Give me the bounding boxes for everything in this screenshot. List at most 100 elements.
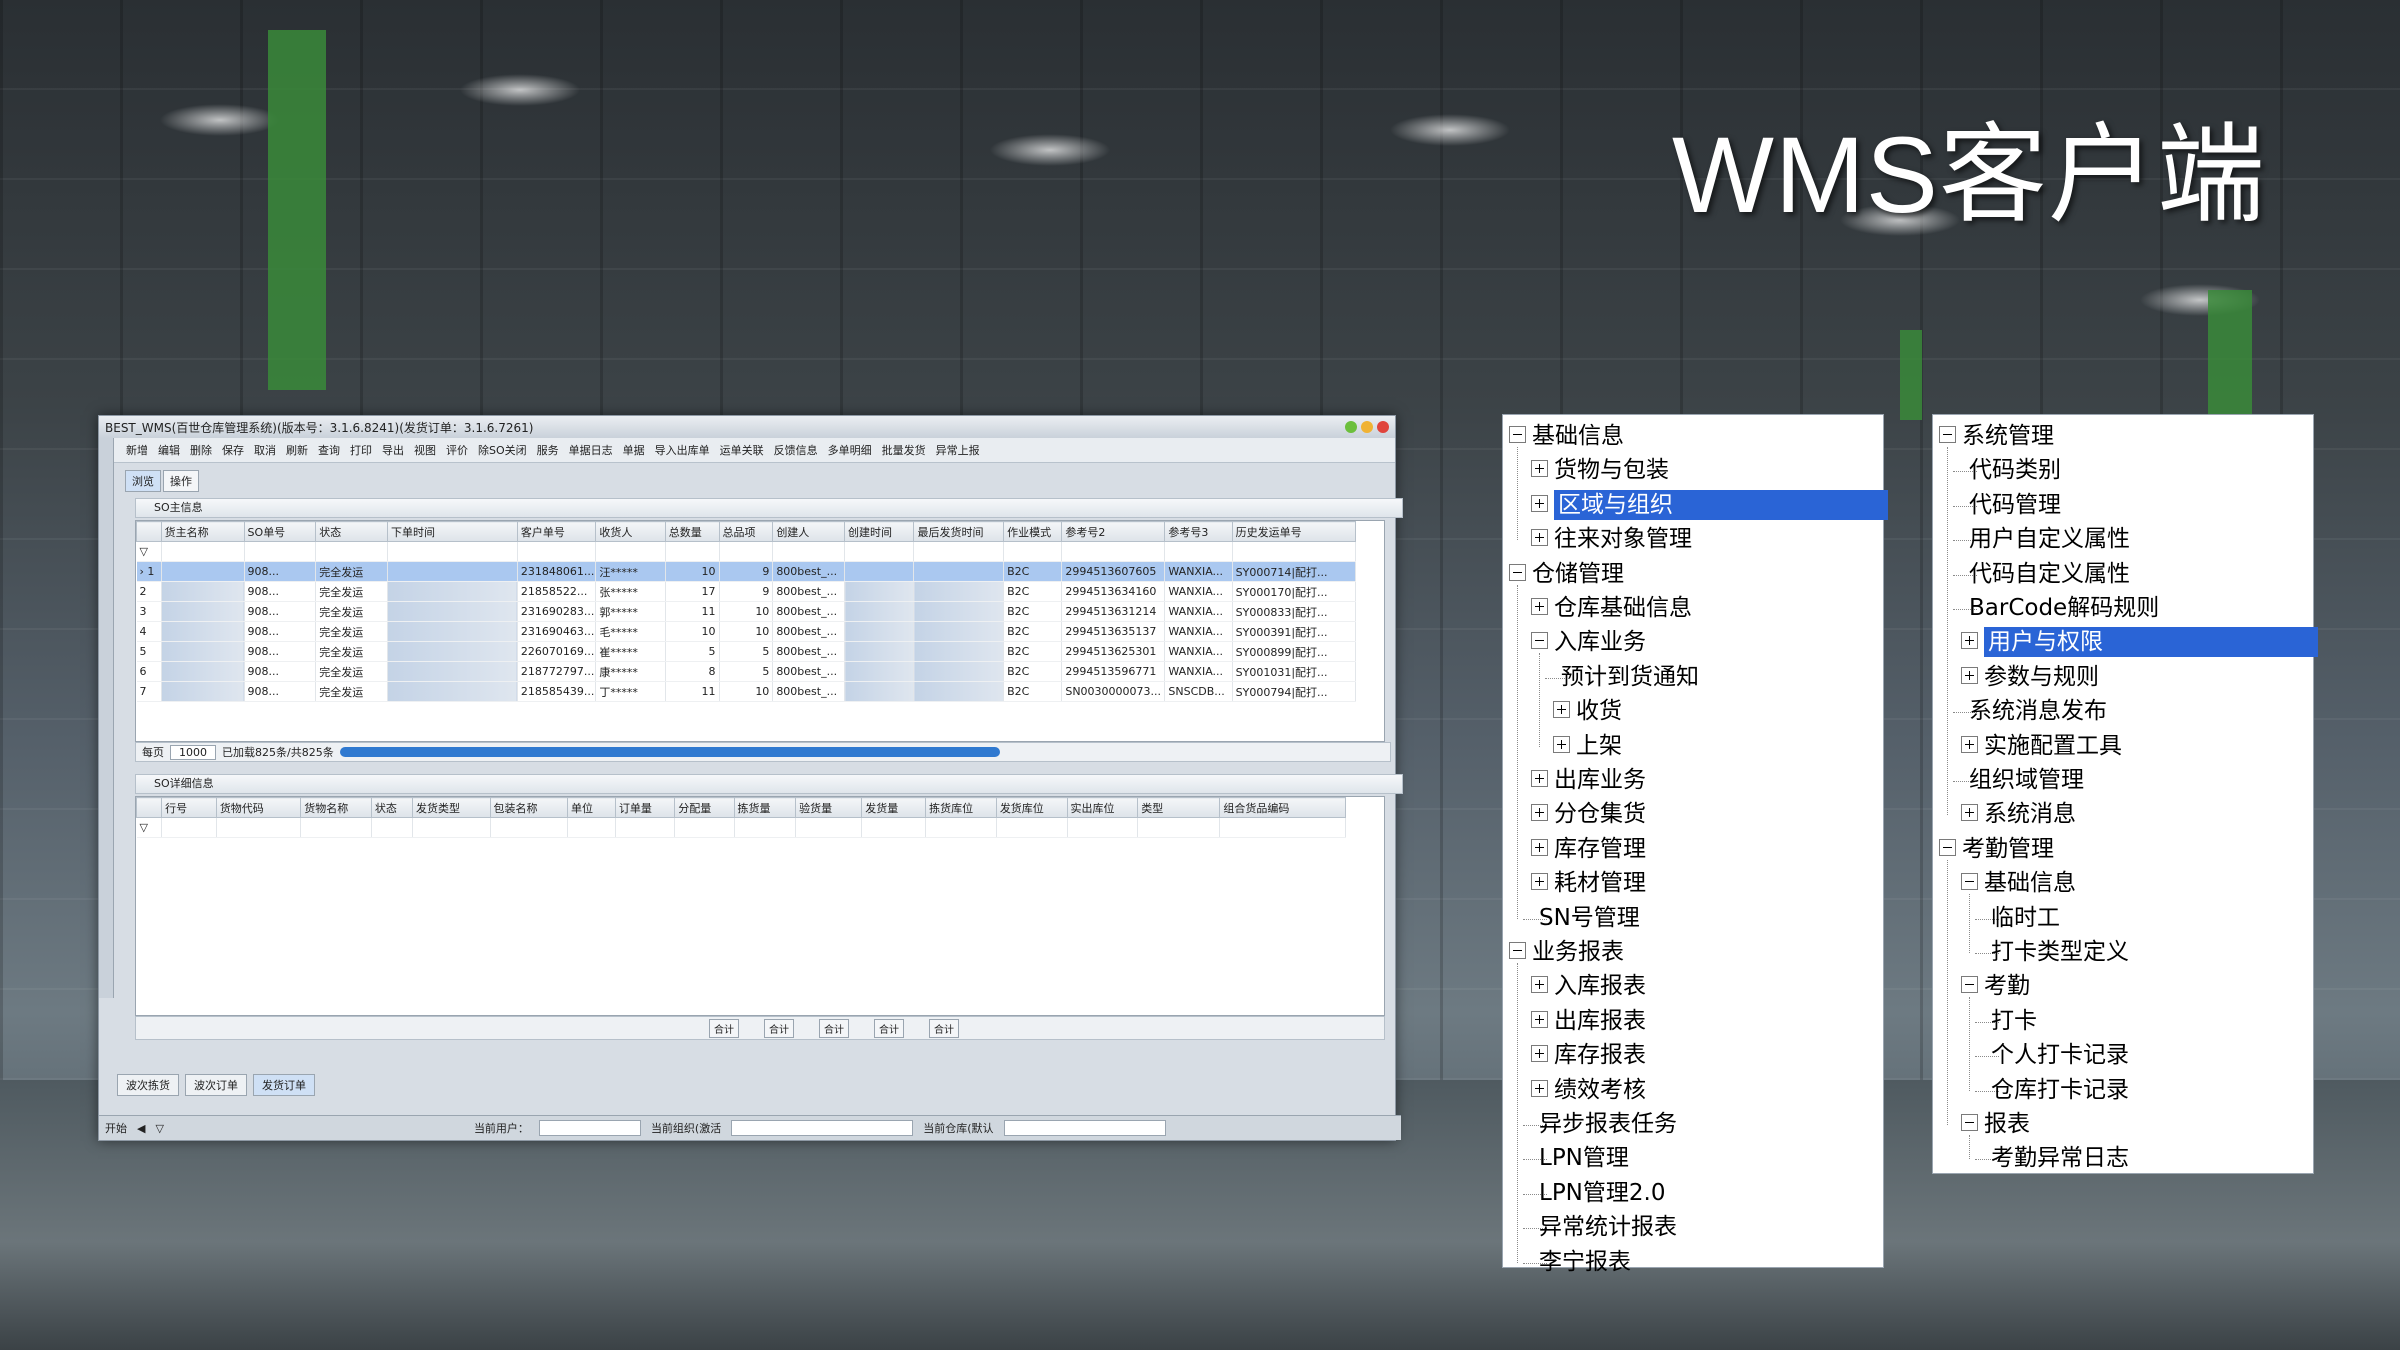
tree-item-leaf[interactable]: 李宁报表 <box>1531 1247 1631 1277</box>
filter-cell[interactable] <box>595 541 666 562</box>
tree-item-node[interactable]: 往来对象管理 <box>1531 524 1692 554</box>
table-row[interactable]: 3 908... 完全发运 231690283... 郭***** 11 10 800best… <box>136 601 1357 622</box>
toolbar-button[interactable]: 评价 <box>443 440 471 460</box>
tree-item-node[interactable]: 报表 <box>1961 1109 2030 1139</box>
collapse-icon[interactable] <box>1509 942 1526 959</box>
toolbar-button[interactable]: 打印 <box>347 440 375 460</box>
tree-item-leaf[interactable]: 用户自定义属性 <box>1961 524 2130 554</box>
table-row[interactable]: › 1 908... 完全发运 231848061... 汪***** 10 9 800bes… <box>136 561 1357 582</box>
start-button[interactable]: 开始 <box>105 1120 127 1136</box>
collapse-icon[interactable] <box>1961 1114 1978 1131</box>
filter-cell[interactable] <box>1219 817 1346 838</box>
collapse-icon[interactable] <box>1939 426 1956 443</box>
filter-cell[interactable] <box>1061 541 1166 562</box>
toolbar-button[interactable]: 异常上报 <box>933 440 983 460</box>
filter-cell[interactable] <box>719 541 774 562</box>
expand-icon[interactable] <box>1531 494 1548 512</box>
column-header[interactable]: SO单号 <box>243 521 317 542</box>
tree-item-node[interactable]: 库存报表 <box>1531 1040 1646 1070</box>
filter-cell[interactable] <box>216 817 302 838</box>
column-header[interactable]: 货物名称 <box>300 797 372 818</box>
tree-item-leaf[interactable]: BarCode解码规则 <box>1961 593 2159 623</box>
filter-cell[interactable] <box>161 541 245 562</box>
tree-item-node[interactable]: 考勤 <box>1961 971 2030 1001</box>
tree-item-node[interactable]: 收货 <box>1553 696 1622 726</box>
filter-icon[interactable]: ▽ <box>155 1122 163 1135</box>
current-warehouse-select[interactable] <box>1003 1120 1166 1136</box>
tree-item-leaf[interactable]: 临时工 <box>1983 903 2060 933</box>
expand-icon[interactable] <box>1961 804 1978 822</box>
column-header[interactable]: 类型 <box>1137 797 1221 818</box>
tree-item-leaf[interactable]: 预计到货通知 <box>1553 662 1699 692</box>
column-header[interactable]: 单位 <box>567 797 616 818</box>
column-header[interactable] <box>136 521 162 542</box>
expand-icon[interactable] <box>1531 1010 1548 1028</box>
table-row[interactable]: 5 908... 完全发运 226070169... 崔***** 5 5 800best_.… <box>136 641 1357 662</box>
so-detail-section[interactable]: SO详细信息 <box>135 774 1403 794</box>
filter-cell[interactable] <box>734 817 797 838</box>
toolbar-button[interactable]: 取消 <box>251 440 279 460</box>
left-collapsed-nav[interactable] <box>99 438 114 998</box>
back-icon[interactable]: ◀ <box>137 1122 145 1135</box>
column-header[interactable]: 参考号3 <box>1164 521 1233 542</box>
filter-cell[interactable] <box>490 817 569 838</box>
filter-cell[interactable] <box>925 817 997 838</box>
tree-item-node[interactable]: 区域与组织 <box>1531 489 1888 520</box>
expand-icon[interactable] <box>1553 701 1570 719</box>
tree-item-node[interactable]: 用户与权限 <box>1961 627 2318 658</box>
tree-item-node[interactable]: 业务报表 <box>1509 937 1624 967</box>
tree-item-node[interactable]: 仓库基础信息 <box>1531 593 1692 623</box>
column-header[interactable]: 组合货品编码 <box>1219 797 1346 818</box>
tree-item-leaf[interactable]: 考勤异常日志 <box>1983 1143 2129 1173</box>
toolbar-button[interactable]: 导出 <box>379 440 407 460</box>
horizontal-scrollbar[interactable] <box>339 747 1000 757</box>
column-header[interactable]: 创建人 <box>772 521 846 542</box>
filter-cell[interactable] <box>387 541 518 562</box>
minimize-button[interactable] <box>1345 421 1357 433</box>
collapse-icon[interactable] <box>1509 563 1526 581</box>
column-header[interactable]: 作业模式 <box>1003 521 1063 542</box>
filter-cell[interactable] <box>1067 817 1139 838</box>
tree-item-leaf[interactable]: 个人打卡记录 <box>1983 1040 2129 1070</box>
toolbar-button[interactable]: 编辑 <box>155 440 183 460</box>
column-header[interactable] <box>136 797 163 818</box>
toolbar-button[interactable]: 服务 <box>534 440 562 460</box>
tree-item-node[interactable]: 分仓集货 <box>1531 799 1646 829</box>
column-header[interactable]: 参考号2 <box>1061 521 1166 542</box>
tree-item-node[interactable]: 实施配置工具 <box>1961 731 2122 761</box>
column-header[interactable]: 收货人 <box>595 521 666 542</box>
column-header[interactable]: 验货量 <box>795 797 863 818</box>
current-org-select[interactable] <box>731 1120 914 1136</box>
filter-cell[interactable] <box>795 817 863 838</box>
expand-icon[interactable] <box>1531 460 1548 478</box>
toolbar-button[interactable]: 导入出库单 <box>652 440 713 460</box>
expand-icon[interactable] <box>1531 529 1548 547</box>
filter-icon[interactable]: ▽ <box>136 817 163 838</box>
tree-item-leaf[interactable]: LPN管理 <box>1531 1143 1629 1173</box>
filter-cell[interactable] <box>567 817 616 838</box>
column-header[interactable]: 拣货库位 <box>925 797 997 818</box>
sum-button[interactable]: 合计 <box>874 1019 904 1038</box>
toolbar-button[interactable]: 批量发货 <box>879 440 929 460</box>
toolbar-button[interactable]: 除SO关闭 <box>475 440 530 460</box>
filter-cell[interactable] <box>996 817 1068 838</box>
column-header[interactable]: 最后发货时间 <box>913 521 1005 542</box>
filter-cell[interactable] <box>244 541 317 562</box>
column-header[interactable]: 发货库位 <box>995 797 1068 818</box>
tree-item-node[interactable]: 库存管理 <box>1531 834 1646 864</box>
tree-item-node[interactable]: 基础信息 <box>1961 868 2076 898</box>
filter-icon[interactable]: ▽ <box>136 541 162 562</box>
column-header[interactable]: 客户单号 <box>516 521 597 542</box>
filter-cell[interactable] <box>1232 541 1357 562</box>
column-header[interactable]: 包装名称 <box>489 797 569 818</box>
tree-item-node[interactable]: 出库报表 <box>1531 1006 1646 1036</box>
toolbar-button[interactable]: 单据 <box>620 440 648 460</box>
tree-item-leaf[interactable]: LPN管理2.0 <box>1531 1178 1665 1208</box>
filter-cell[interactable] <box>300 817 372 838</box>
toolbar-button[interactable]: 保存 <box>219 440 247 460</box>
filter-cell[interactable] <box>665 541 720 562</box>
toolbar-button[interactable]: 刷新 <box>283 440 311 460</box>
subtab[interactable]: 操作 <box>163 470 199 492</box>
tree-item-node[interactable]: 上架 <box>1553 731 1622 761</box>
tree-item-leaf[interactable]: SN号管理 <box>1531 903 1640 933</box>
